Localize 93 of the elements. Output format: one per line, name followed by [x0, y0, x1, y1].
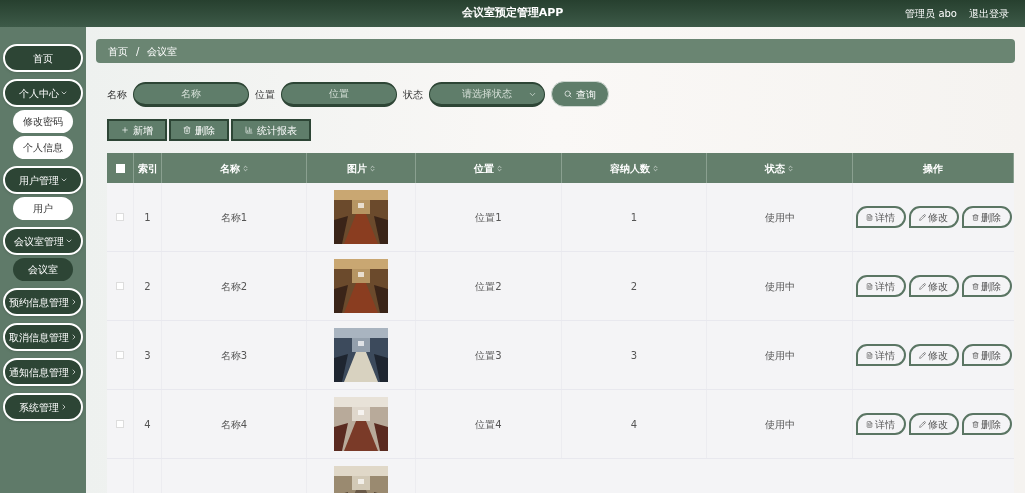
- table-cell-text: 使用中: [764, 348, 795, 363]
- row-checkbox[interactable]: [116, 282, 124, 290]
- menu-item[interactable]: 通知信息管理: [3, 358, 83, 386]
- table-cell-text: 使用中: [764, 279, 795, 294]
- column-header[interactable]: 容纳人数: [609, 160, 659, 176]
- table-cell-text: 1: [630, 210, 638, 225]
- document-icon: [866, 420, 873, 428]
- menu-item[interactable]: 预约信息管理: [3, 288, 83, 316]
- column-header[interactable]: 位置: [474, 160, 503, 176]
- pencil-icon: [919, 213, 926, 221]
- delete-button[interactable]: 删除: [961, 275, 1012, 297]
- table-cell-text: 4: [630, 417, 638, 432]
- select-all-checkbox[interactable]: [115, 163, 125, 173]
- search-field[interactable]: 位置: [281, 81, 397, 107]
- document-icon: [866, 351, 873, 359]
- delete-button[interactable]: 删除: [961, 344, 1012, 366]
- table-cell-text: 4: [144, 417, 151, 432]
- menu-item[interactable]: 系统管理: [3, 393, 83, 421]
- submenu-item[interactable]: 修改密码: [13, 110, 73, 133]
- menu-item[interactable]: 个人中心: [3, 79, 83, 107]
- edit-button[interactable]: 修改: [908, 206, 959, 228]
- breadcrumb-item: 会议室: [147, 44, 178, 59]
- edit-button[interactable]: 修改: [908, 275, 959, 297]
- pencil-icon: [919, 351, 926, 359]
- field-label: 位置: [255, 87, 275, 102]
- menu-item[interactable]: 会议室管理: [3, 227, 83, 255]
- column-header[interactable]: 操作: [923, 160, 943, 176]
- detail-button[interactable]: 详情: [855, 206, 906, 228]
- column-header[interactable]: 索引: [137, 160, 158, 176]
- sort-icon: [241, 164, 249, 172]
- search-button[interactable]: 查询: [551, 81, 609, 107]
- row-checkbox[interactable]: [116, 351, 124, 359]
- column-header[interactable]: 名称: [219, 160, 249, 176]
- table-cell-text: 位置1: [475, 210, 502, 225]
- breadcrumb-item: /: [136, 44, 140, 59]
- table-cell-text: 2: [630, 279, 638, 294]
- submenu-item[interactable]: 个人信息: [13, 136, 73, 159]
- delete-button[interactable]: 删除: [169, 119, 229, 141]
- trash-icon: [972, 282, 979, 290]
- trash-icon: [972, 420, 979, 428]
- sort-icon: [368, 164, 376, 172]
- logout-link[interactable]: 退出登录: [969, 6, 1009, 21]
- document-icon: [866, 213, 873, 221]
- pencil-icon: [919, 420, 926, 428]
- sort-icon: [651, 164, 659, 172]
- table-cell-text: 名称2: [220, 279, 248, 294]
- plus-icon: [121, 126, 129, 134]
- row-checkbox[interactable]: [116, 213, 124, 221]
- table-cell-text: 名称1: [220, 210, 248, 225]
- table-cell-text: 使用中: [764, 210, 795, 225]
- table-cell-text: 名称3: [220, 348, 248, 363]
- pencil-icon: [919, 282, 926, 290]
- search-field[interactable]: 名称: [133, 81, 249, 107]
- table-cell-text: 位置2: [475, 279, 502, 294]
- report-button[interactable]: 统计报表: [231, 119, 311, 141]
- breadcrumb-item: 首页: [108, 44, 128, 59]
- table-cell-text: 3: [144, 348, 151, 363]
- table-cell-text: 3: [630, 348, 638, 363]
- detail-button[interactable]: 详情: [855, 413, 906, 435]
- column-header[interactable]: 图片: [346, 160, 376, 176]
- menu-item[interactable]: 首页: [3, 44, 83, 72]
- trash-icon: [972, 213, 979, 221]
- table-cell-text: 使用中: [764, 417, 795, 432]
- menu-item[interactable]: 用户管理: [3, 166, 83, 194]
- trash-icon: [183, 126, 191, 134]
- field-label: 状态: [403, 87, 423, 102]
- detail-button[interactable]: 详情: [855, 344, 906, 366]
- submenu-item[interactable]: 用户: [13, 197, 73, 220]
- edit-button[interactable]: 修改: [908, 413, 959, 435]
- table-cell-text: 2: [144, 279, 151, 294]
- sort-icon: [787, 164, 794, 172]
- user-label: 管理员 abo: [905, 7, 957, 21]
- trash-icon: [972, 351, 979, 359]
- table-cell-text: 位置4: [475, 417, 502, 432]
- document-icon: [866, 282, 873, 290]
- delete-button[interactable]: 删除: [961, 206, 1012, 228]
- bar-chart-icon: [245, 126, 253, 134]
- edit-button[interactable]: 修改: [908, 344, 959, 366]
- add-button[interactable]: 新增: [107, 119, 167, 141]
- status-select[interactable]: 请选择状态: [429, 81, 545, 107]
- table-cell-text: 名称4: [220, 417, 248, 432]
- column-header[interactable]: 状态: [765, 160, 794, 176]
- field-label: 名称: [107, 87, 127, 102]
- table-cell-text: 1: [144, 210, 151, 225]
- delete-button[interactable]: 删除: [961, 413, 1012, 435]
- row-checkbox[interactable]: [116, 420, 124, 428]
- table-cell-text: 位置3: [475, 348, 502, 363]
- sort-icon: [496, 164, 503, 172]
- search-icon: [564, 90, 572, 98]
- menu-item[interactable]: 取消信息管理: [3, 323, 83, 351]
- submenu-item[interactable]: 会议室: [13, 258, 73, 281]
- app-title: 会议室预定管理APP: [461, 5, 564, 22]
- detail-button[interactable]: 详情: [855, 275, 906, 297]
